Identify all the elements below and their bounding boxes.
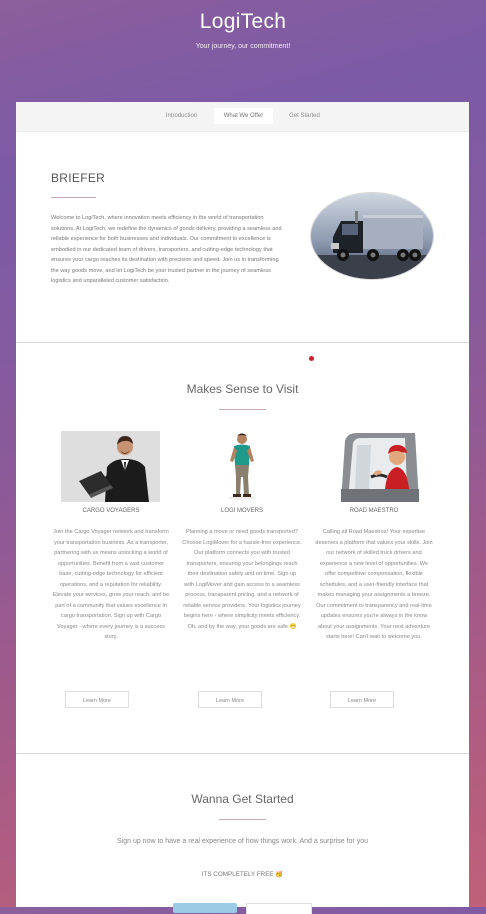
truck-driver-icon (335, 431, 421, 502)
cargo-voyagers-title: CARGO VOYAGERS (82, 508, 140, 514)
logi-movers-learn-more-button[interactable]: Learn More (198, 691, 262, 708)
road-maestro-learn-more-button[interactable]: Learn More (330, 691, 394, 708)
free-label: ITS COMPLETELY FREE 🥳 (201, 871, 284, 878)
site-title: LogiTech (199, 10, 287, 33)
section-divider (16, 342, 469, 343)
offer-title-underline (219, 409, 266, 410)
main-panel: Introduction What We Offer Get Started B… (16, 102, 469, 914)
businessman-laptop-icon (61, 431, 160, 502)
signup-button[interactable] (173, 903, 237, 913)
tab-introduction[interactable]: Introduction (156, 108, 207, 124)
briefer-text: Welcome to LogiTech, where innovation me… (51, 215, 282, 284)
tab-what-we-offer[interactable]: What We Offer (214, 108, 273, 124)
road-maestro-text: Calling all Road Maestros! Your expertis… (315, 529, 433, 640)
logi-movers-image (206, 431, 278, 502)
login-button[interactable] (246, 903, 312, 914)
red-dot-indicator (309, 356, 314, 361)
tab-get-started[interactable]: Get Started (280, 108, 329, 124)
cargo-voyagers-text: Join the Cargo Voyager network and trans… (52, 529, 170, 640)
site-tagline: Your journey, our commitment! (195, 43, 291, 50)
cargo-voyagers-learn-more-button[interactable]: Learn More (65, 691, 129, 708)
road-maestro-title: ROAD MAESTRO (349, 508, 399, 514)
start-title: Wanna Get Started (191, 792, 294, 806)
logi-movers-text: Planning a move or need goods transporte… (182, 529, 302, 630)
section-nav: Introduction What We Offer Get Started (16, 102, 469, 132)
briefer-title: BRIEFER (51, 171, 106, 185)
delivery-man-icon (206, 431, 278, 502)
offer-title: Makes Sense to Visit (186, 382, 299, 396)
section-divider (16, 753, 469, 754)
start-subtitle: Sign up now to have a real experience of… (117, 838, 368, 845)
road-maestro-image (335, 431, 421, 502)
truck-icon (311, 193, 433, 279)
site-header: LogiTech Your journey, our commitment! (0, 0, 486, 100)
cargo-voyagers-image (61, 431, 160, 502)
logi-movers-title: LOGI MOVERS (220, 508, 263, 514)
start-title-underline (219, 819, 266, 820)
briefer-title-underline (51, 197, 96, 198)
truck-image (310, 192, 434, 280)
